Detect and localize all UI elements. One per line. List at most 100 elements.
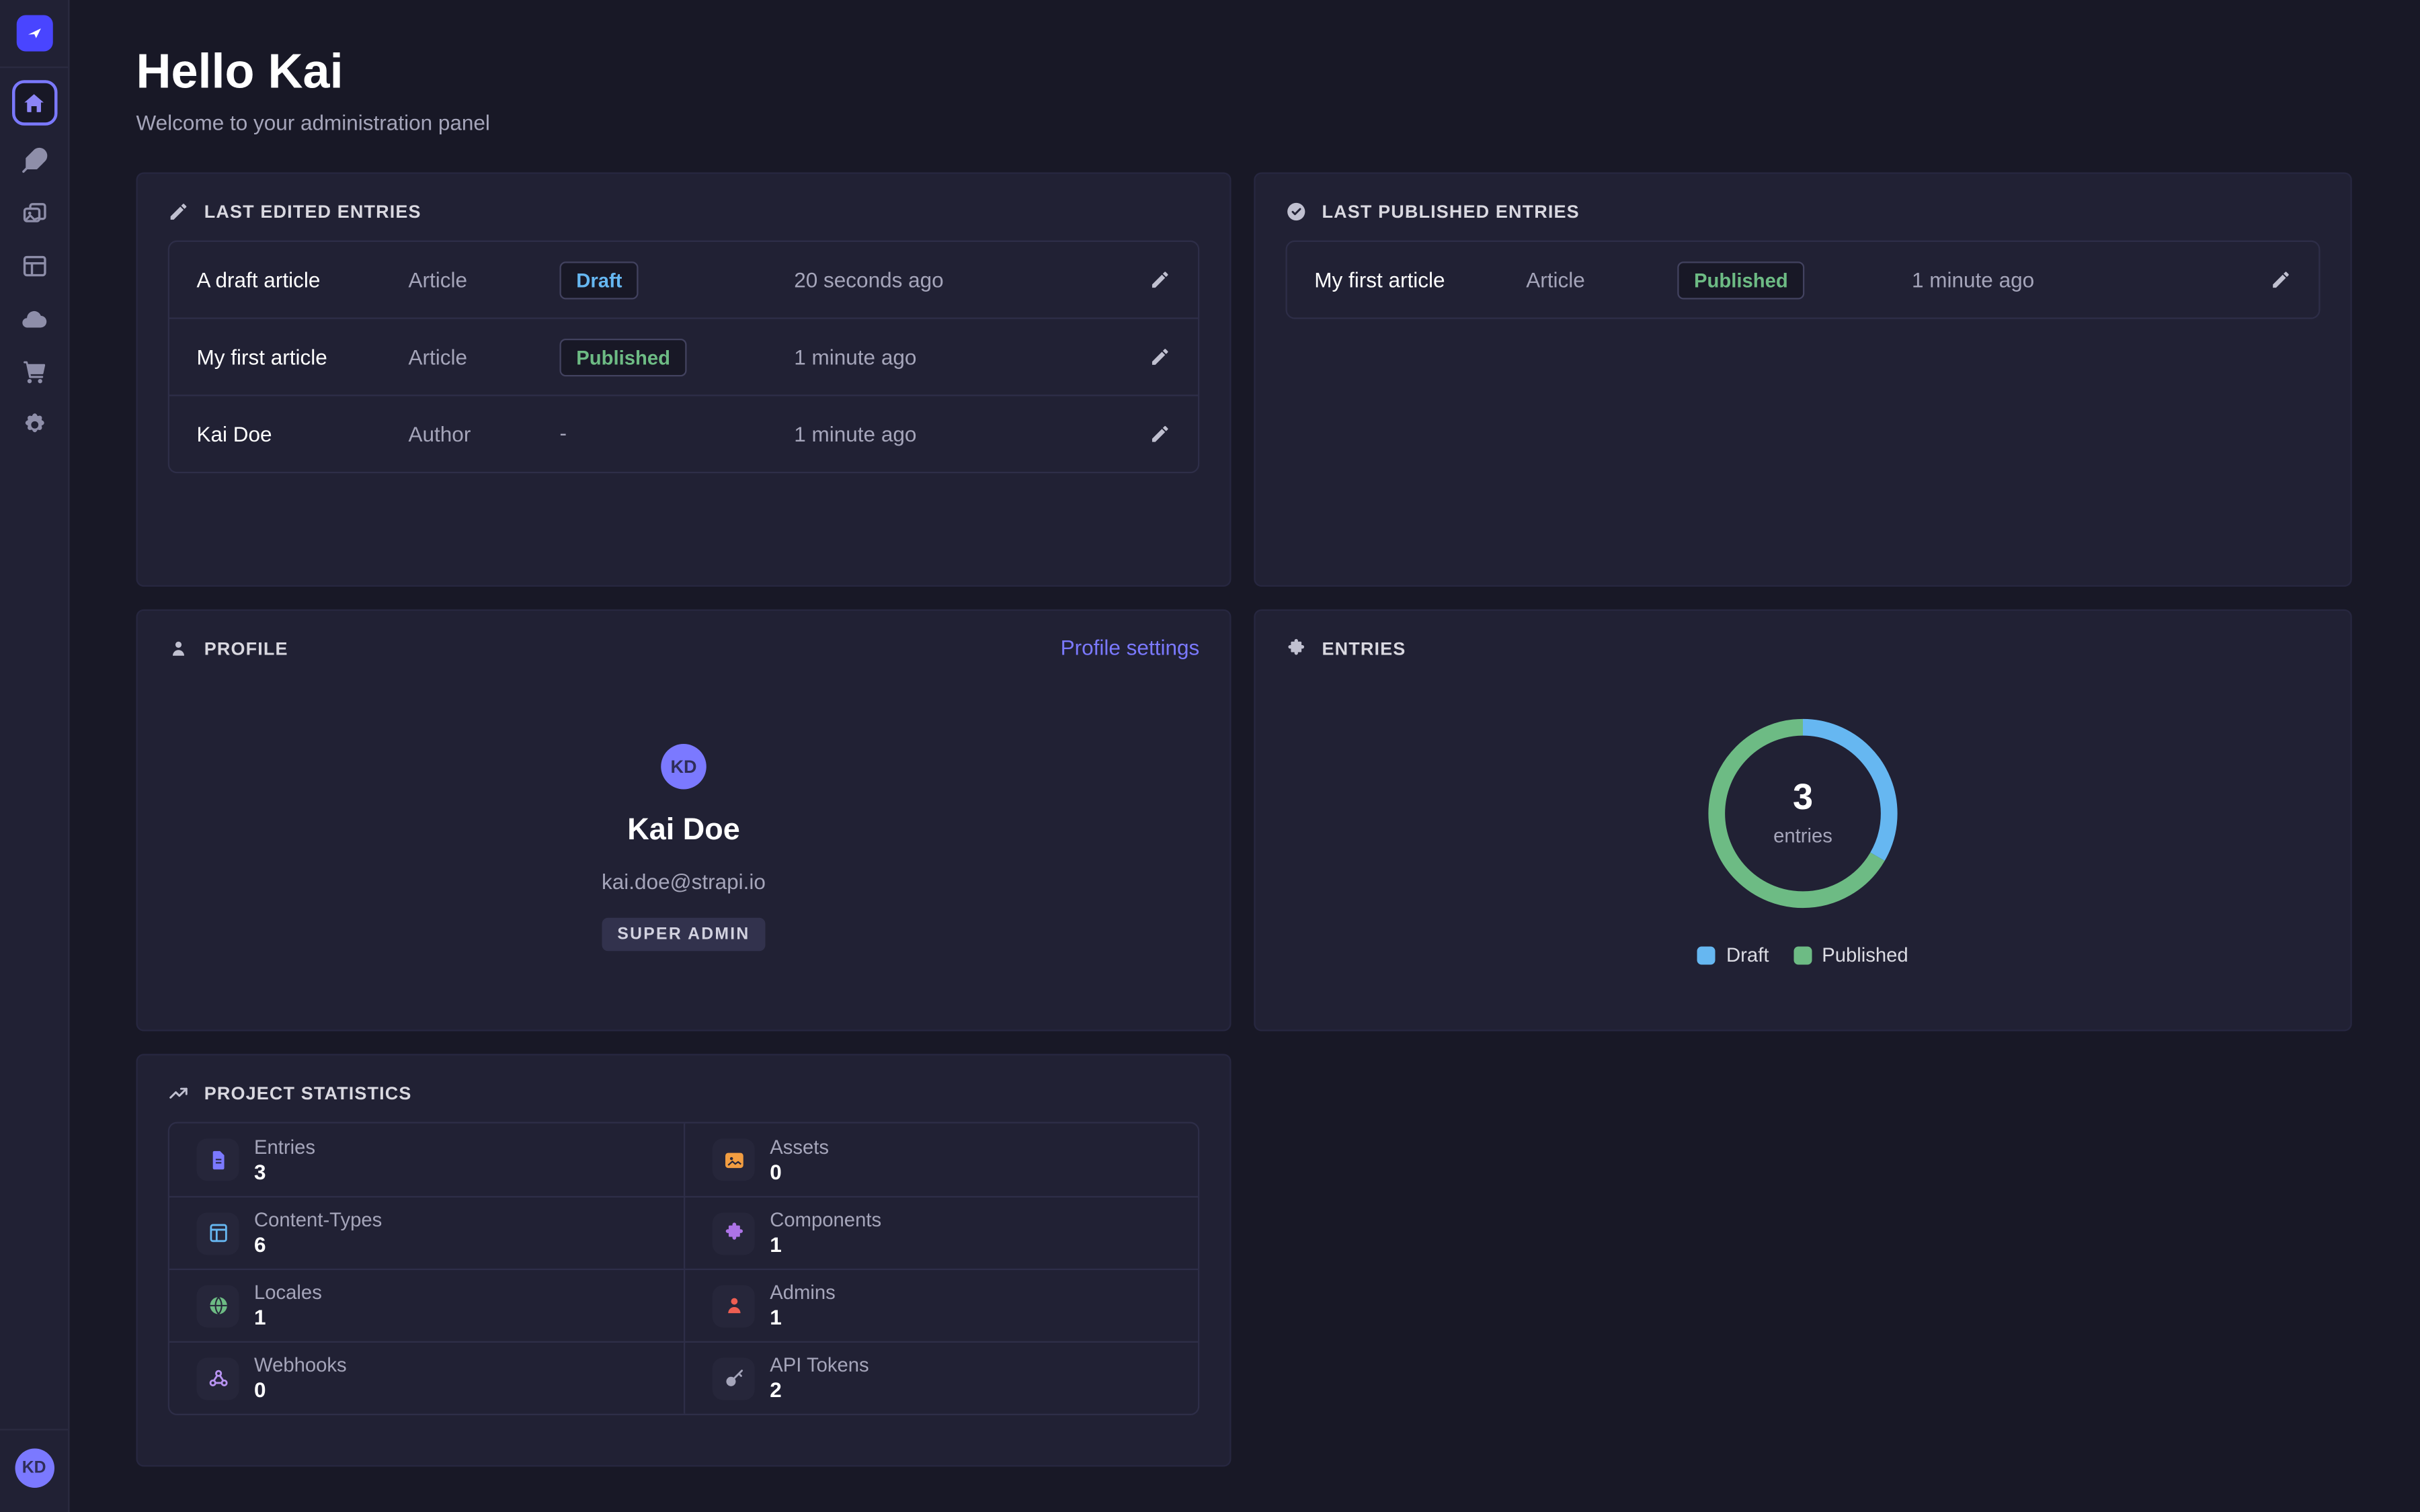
entry-time: 1 minute ago bbox=[1912, 267, 2246, 292]
stat-label: Webhooks bbox=[254, 1355, 347, 1376]
stat-value: 0 bbox=[254, 1378, 347, 1402]
pencil-icon bbox=[168, 201, 190, 222]
key-icon bbox=[713, 1357, 755, 1399]
sidebar-item-home[interactable] bbox=[11, 80, 57, 126]
entry-name: My first article bbox=[1314, 267, 1526, 292]
sidebar-item-marketplace[interactable] bbox=[16, 354, 52, 390]
strapi-logo-icon[interactable] bbox=[16, 15, 52, 52]
trend-icon bbox=[168, 1083, 190, 1104]
entries-chart: 3 entries Draft Published bbox=[1286, 708, 2321, 966]
last-published-table: My first article Article Published 1 min… bbox=[1286, 241, 2321, 319]
image-icon bbox=[713, 1138, 755, 1181]
stat-label: Components bbox=[770, 1210, 881, 1231]
legend-label: Draft bbox=[1726, 943, 1769, 966]
entry-time: 1 minute ago bbox=[794, 345, 1125, 369]
table-row[interactable]: My first article Article Published 1 min… bbox=[169, 318, 1198, 395]
project-statistics-card: PROJECT STATISTICS Entries3 Assets0 bbox=[136, 1054, 1232, 1466]
entries-total: 3 bbox=[1793, 780, 1813, 816]
donut-chart: 3 entries bbox=[1697, 708, 1909, 919]
entry-status: Published bbox=[1677, 261, 1912, 298]
edit-entry-button[interactable] bbox=[2246, 269, 2292, 291]
entry-status: Draft bbox=[560, 261, 795, 298]
sidebar-item-deploy[interactable] bbox=[16, 301, 52, 337]
check-circle-icon bbox=[1286, 201, 1307, 222]
entry-name: Kai Doe bbox=[197, 422, 409, 446]
entry-name: My first article bbox=[197, 345, 409, 369]
profile-card: PROFILE Profile settings KD Kai Doe kai.… bbox=[136, 610, 1232, 1032]
chart-legend: Draft Published bbox=[1697, 943, 1908, 966]
entry-status: Published bbox=[560, 338, 795, 376]
table-row[interactable]: My first article Article Published 1 min… bbox=[1287, 242, 2319, 318]
stat-value: 0 bbox=[770, 1159, 829, 1183]
edit-entry-button[interactable] bbox=[1125, 423, 1171, 445]
entry-name: A draft article bbox=[197, 267, 409, 292]
last-edited-entries-card: LAST EDITED ENTRIES A draft article Arti… bbox=[136, 173, 1232, 587]
card-header: ENTRIES bbox=[1286, 638, 2321, 660]
stats-table: Entries3 Assets0 Content-Types6 bbox=[168, 1122, 1200, 1416]
stat-value: 6 bbox=[254, 1232, 382, 1257]
sidebar-nav bbox=[11, 80, 57, 443]
puzzle-icon bbox=[1286, 638, 1307, 660]
stat-label: Content-Types bbox=[254, 1210, 382, 1231]
card-title: PROJECT STATISTICS bbox=[204, 1083, 412, 1104]
sidebar-item-media-library[interactable] bbox=[16, 195, 52, 231]
card-header: LAST PUBLISHED ENTRIES bbox=[1286, 201, 2321, 222]
entry-type: Article bbox=[409, 345, 560, 369]
stat-label: Admins bbox=[770, 1282, 836, 1304]
status-badge: Published bbox=[1677, 261, 1804, 298]
stat-value: 2 bbox=[770, 1378, 869, 1402]
stat-label: Assets bbox=[770, 1136, 829, 1158]
cloud-icon bbox=[19, 304, 48, 333]
sidebar-item-settings[interactable] bbox=[16, 407, 52, 443]
pencil-icon bbox=[1150, 269, 1171, 291]
card-title: LAST EDITED ENTRIES bbox=[204, 201, 421, 222]
media-library-icon bbox=[20, 200, 48, 227]
layout-icon bbox=[197, 1212, 239, 1254]
webhook-icon bbox=[197, 1357, 239, 1399]
last-edited-table: A draft article Article Draft 20 seconds… bbox=[168, 241, 1200, 474]
dashboard-grid: LAST EDITED ENTRIES A draft article Arti… bbox=[136, 173, 2354, 1467]
user-icon bbox=[713, 1284, 755, 1327]
layout-icon bbox=[20, 253, 48, 280]
page-title: Hello Kai bbox=[136, 48, 2354, 94]
card-header: PROJECT STATISTICS bbox=[168, 1083, 1200, 1104]
card-title: ENTRIES bbox=[1322, 638, 1406, 660]
sidebar-divider bbox=[0, 67, 68, 68]
sidebar-bottom: KD bbox=[0, 1429, 68, 1512]
profile-name: Kai Doe bbox=[627, 814, 740, 849]
last-published-entries-card: LAST PUBLISHED ENTRIES My first article … bbox=[1254, 173, 2352, 587]
sidebar-item-content-manager[interactable] bbox=[16, 142, 52, 179]
entry-type: Article bbox=[409, 267, 560, 292]
stat-webhooks: Webhooks0 bbox=[169, 1341, 684, 1414]
legend-item-published: Published bbox=[1793, 943, 1908, 966]
sidebar-user-avatar[interactable]: KD bbox=[14, 1449, 54, 1488]
card-header: LAST EDITED ENTRIES bbox=[168, 201, 1200, 222]
entry-status: - bbox=[560, 421, 795, 448]
sidebar-item-content-type-builder[interactable] bbox=[16, 248, 52, 284]
stat-content-types: Content-Types6 bbox=[169, 1196, 684, 1269]
strapi-admin-dashboard: KD Hello Kai Welcome to your administrat… bbox=[0, 0, 2420, 1512]
published-swatch bbox=[1793, 946, 1811, 964]
stat-admins: Admins1 bbox=[684, 1269, 1198, 1341]
pencil-icon bbox=[1150, 423, 1171, 445]
table-row[interactable]: Kai Doe Author - 1 minute ago bbox=[169, 394, 1198, 472]
status-badge: Draft bbox=[560, 261, 639, 298]
pencil-icon bbox=[2270, 269, 2292, 291]
sidebar: KD bbox=[0, 0, 70, 1512]
sidebar-bottom-divider bbox=[0, 1429, 68, 1430]
stat-label: API Tokens bbox=[770, 1355, 869, 1376]
table-row[interactable]: A draft article Article Draft 20 seconds… bbox=[169, 242, 1198, 318]
edit-entry-button[interactable] bbox=[1125, 346, 1171, 368]
stat-assets: Assets0 bbox=[684, 1124, 1198, 1196]
entries-total-label: entries bbox=[1773, 824, 1832, 847]
stat-locales: Locales1 bbox=[169, 1269, 684, 1341]
stat-value: 1 bbox=[770, 1232, 881, 1257]
file-icon bbox=[197, 1138, 239, 1181]
stat-entries: Entries3 bbox=[169, 1124, 684, 1196]
card-header: PROFILE bbox=[168, 638, 1200, 660]
stat-value: 1 bbox=[770, 1305, 836, 1329]
stat-label: Entries bbox=[254, 1136, 315, 1158]
edit-entry-button[interactable] bbox=[1125, 269, 1171, 291]
legend-item-draft: Draft bbox=[1697, 943, 1769, 966]
profile-settings-link[interactable]: Profile settings bbox=[1061, 635, 1200, 659]
